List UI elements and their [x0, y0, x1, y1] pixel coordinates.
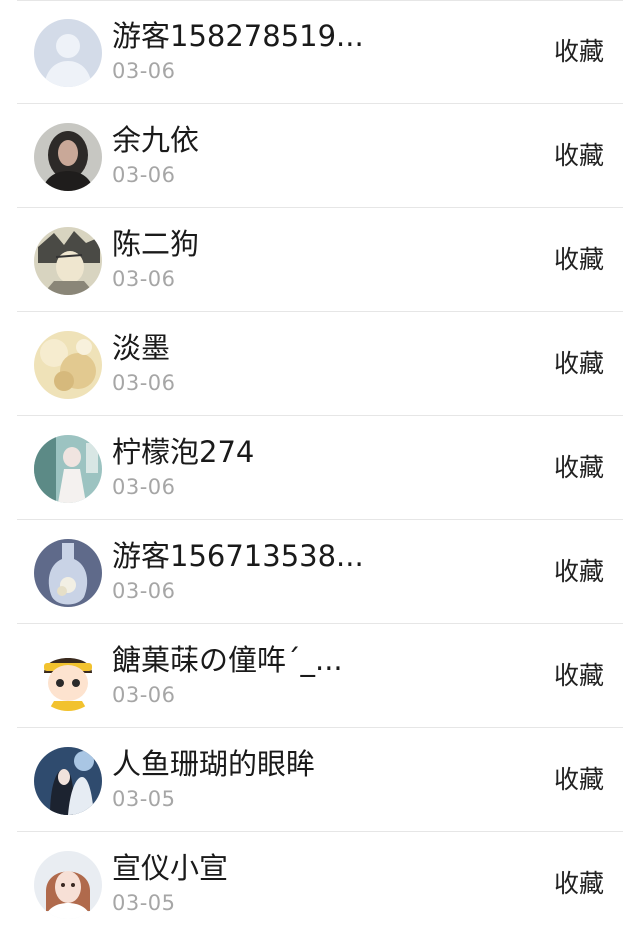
user-name[interactable]: 宣仪小宣 [112, 850, 452, 886]
list-item[interactable]: 宣仪小宣 03-05 收藏 [0, 832, 640, 936]
user-name[interactable]: 柠檬泡274 [112, 434, 452, 470]
user-avatar[interactable] [34, 851, 102, 919]
favorite-label: 收藏 [553, 557, 604, 586]
favorite-label: 收藏 [553, 661, 604, 690]
list-item[interactable]: 余九依 03-06 收藏 [0, 104, 640, 208]
timestamp: 03-05 [112, 787, 176, 811]
user-name[interactable]: 人鱼珊瑚的眼眸 [112, 746, 452, 782]
user-name[interactable]: 游客158278519... [112, 18, 452, 54]
timestamp: 03-06 [112, 163, 176, 187]
cartoon-avatar[interactable] [34, 643, 102, 711]
timestamp: 03-05 [112, 891, 176, 915]
favorite-label: 收藏 [553, 765, 604, 794]
timestamp: 03-06 [112, 371, 176, 395]
favorite-label: 收藏 [553, 245, 604, 274]
favorite-label: 收藏 [553, 453, 604, 482]
list-item[interactable]: 陈二狗 03-06 收藏 [0, 208, 640, 312]
user-avatar[interactable] [34, 331, 102, 399]
timestamp: 03-06 [112, 579, 176, 603]
list-item[interactable]: 游客158278519... 03-06 收藏 [0, 0, 640, 104]
timestamp: 03-06 [112, 683, 176, 707]
user-avatar[interactable] [34, 435, 102, 503]
user-avatar[interactable] [34, 123, 102, 191]
timestamp: 03-06 [112, 475, 176, 499]
favorite-label: 收藏 [553, 37, 604, 66]
user-avatar[interactable] [34, 747, 102, 815]
user-name[interactable]: 陈二狗 [112, 226, 452, 262]
list-item[interactable]: 柠檬泡274 03-06 收藏 [0, 416, 640, 520]
list-item[interactable]: 淡墨 03-06 收藏 [0, 312, 640, 416]
user-list: 游客158278519... 03-06 收藏 余九依 03-06 收藏 陈二狗… [0, 0, 640, 931]
list-item[interactable]: 游客156713538... 03-06 收藏 [0, 520, 640, 624]
user-avatar[interactable] [34, 227, 102, 295]
list-item[interactable]: 人鱼珊瑚的眼眸 03-05 收藏 [0, 728, 640, 832]
user-name[interactable]: 余九依 [112, 122, 452, 158]
default-avatar-icon[interactable] [34, 19, 102, 87]
user-name[interactable]: 餹菓菋の僮哖ˊ_... [112, 642, 452, 678]
list-item[interactable]: 餹菓菋の僮哖ˊ_... 03-06 收藏 [0, 624, 640, 728]
favorite-label: 收藏 [553, 141, 604, 170]
favorite-label: 收藏 [553, 869, 604, 898]
user-name[interactable]: 淡墨 [112, 330, 452, 366]
timestamp: 03-06 [112, 59, 176, 83]
timestamp: 03-06 [112, 267, 176, 291]
favorite-label: 收藏 [553, 349, 604, 378]
user-avatar[interactable] [34, 539, 102, 607]
user-name[interactable]: 游客156713538... [112, 538, 452, 574]
